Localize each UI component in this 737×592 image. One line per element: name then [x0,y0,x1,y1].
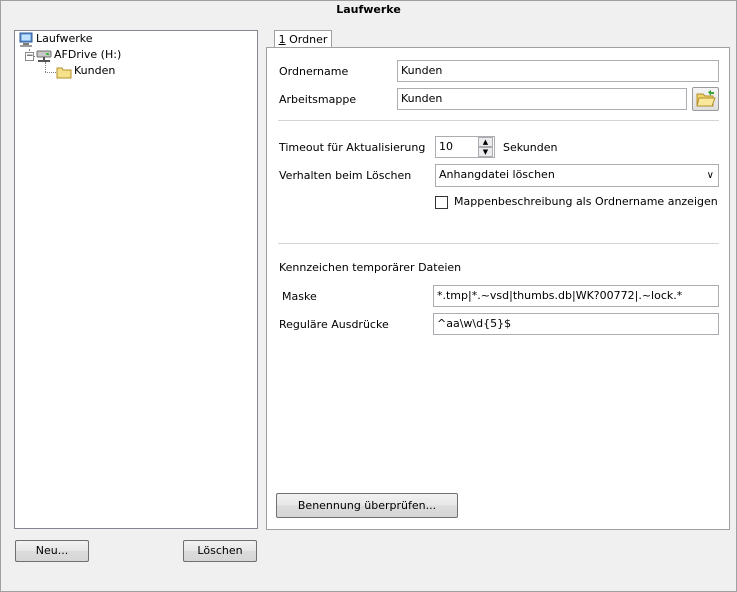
tree-item-afdrive[interactable]: AFDrive (H:) [36,48,121,64]
folder-icon [56,67,72,79]
check-naming-button[interactable]: Benennung überprüfen... [276,493,458,518]
regex-input[interactable]: ^aa\w\d{5}$ [433,313,719,335]
delete-button[interactable]: Löschen [183,540,257,562]
divider [278,243,719,244]
timeout-unit-label: Sekunden [503,141,558,154]
workspace-label: Arbeitsmappe [279,93,357,106]
computer-icon [19,32,33,47]
chevron-down-icon: ∨ [706,170,714,181]
spin-down-button[interactable]: ▼ [478,147,493,157]
temp-files-heading: Kennzeichen temporärer Dateien [279,261,462,274]
regex-label: Reguläre Ausdrücke [279,318,389,331]
delete-behavior-label: Verhalten beim Löschen [279,169,412,182]
folder-name-input[interactable]: Kunden [397,60,719,82]
tree-item-kunden[interactable]: Kunden [56,64,115,80]
divider [278,120,719,121]
window-title: Laufwerke [336,3,401,16]
timeout-label: Timeout für Aktualisierung [279,141,426,154]
tree-line [45,72,56,73]
tree-item-label: AFDrive (H:) [54,48,122,61]
network-drive-icon [36,50,52,62]
workspace-input[interactable]: Kunden [397,88,687,110]
folder-description-label: Mappenbeschreibung als Ordnername anzeig… [454,195,718,208]
drive-tree[interactable]: Laufwerke − AFDrive (H:) Kunden [14,30,258,529]
delete-behavior-value: Anhangdatei löschen [439,168,555,181]
open-folder-icon [696,90,716,107]
folder-description-checkbox[interactable] [435,196,448,209]
collapse-icon[interactable]: − [25,52,34,61]
folder-name-label: Ordnername [279,65,349,78]
tab-mnemonic: 1 [278,33,286,46]
tree-item-label: Laufwerke [36,32,93,45]
browse-folder-button[interactable] [692,87,719,111]
spin-up-button[interactable]: ▲ [478,137,493,147]
mask-input[interactable]: *.tmp|*.~vsd|thumbs.db|WK?00772|.~lock.* [433,285,719,307]
new-button[interactable]: Neu... [15,540,89,562]
tree-item-label: Kunden [74,64,116,77]
mask-label: Maske [282,290,317,303]
tab-label: Ordner [285,33,328,46]
delete-behavior-select[interactable]: Anhangdatei löschen ∨ [435,164,719,187]
tree-item-laufwerke[interactable]: Laufwerke [18,32,93,48]
